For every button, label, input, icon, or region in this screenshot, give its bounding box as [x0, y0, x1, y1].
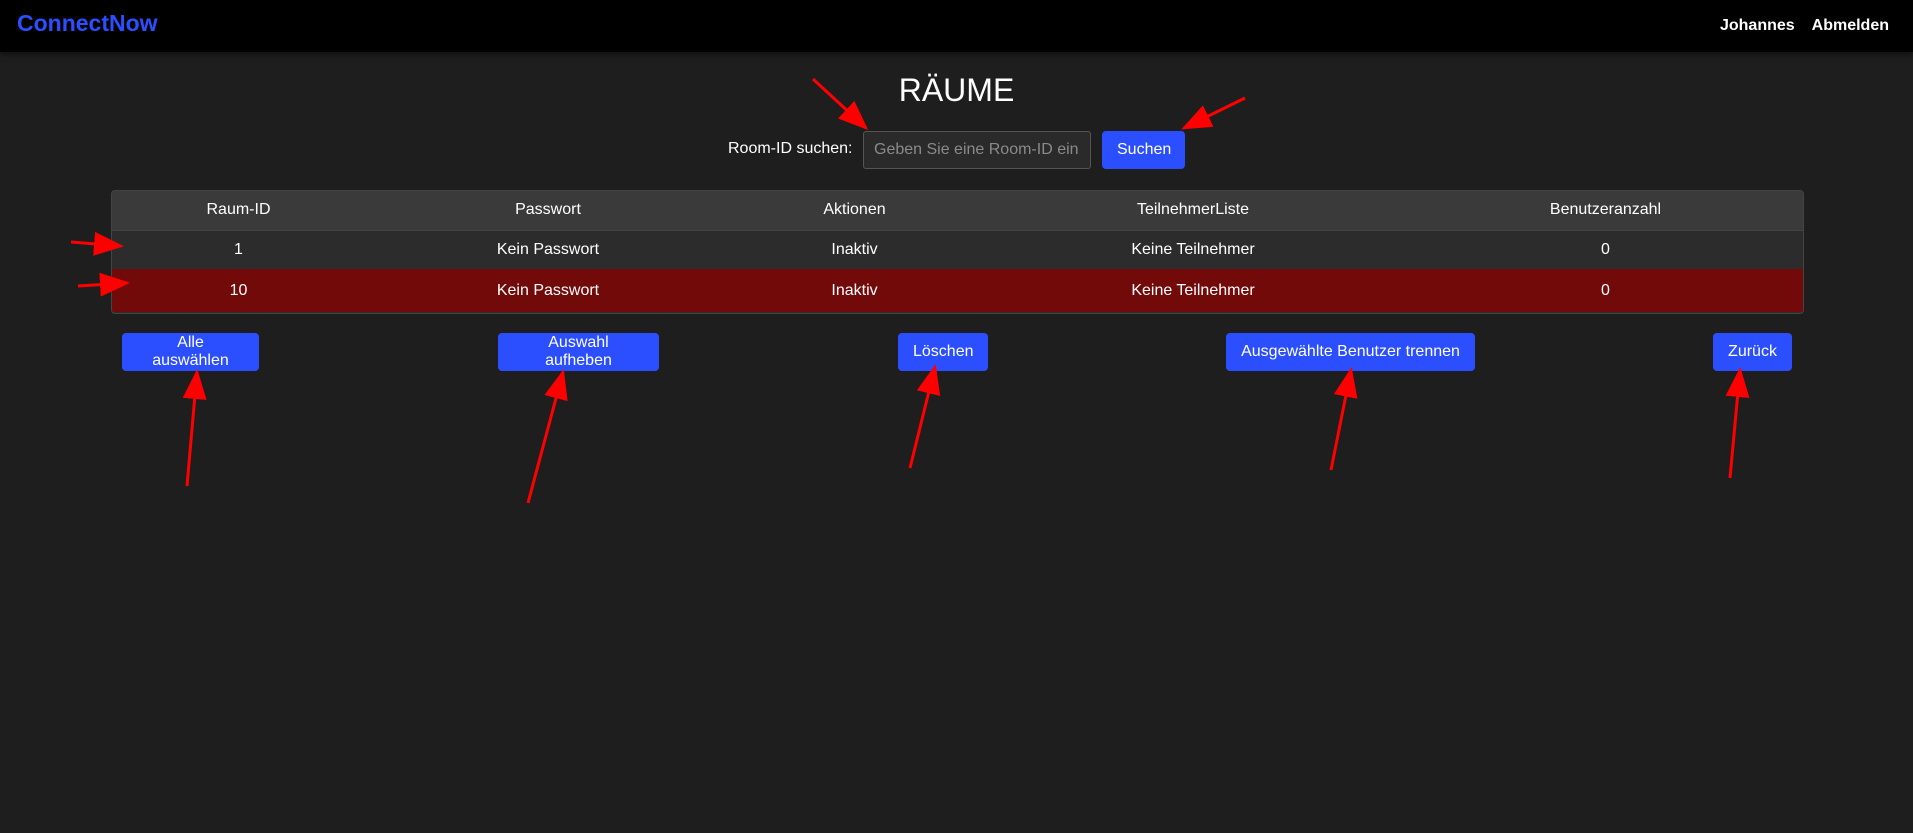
cell-password: Kein Passwort [365, 229, 731, 269]
cell-action-status: Inaktiv [731, 229, 978, 269]
search-label: Room-ID suchen: [728, 140, 853, 157]
arrow-to-back [1725, 367, 1750, 479]
table-row-room-10[interactable]: 10 Kein Passwort Inaktiv Keine Teilnehme… [112, 269, 1803, 312]
arrow-to-deselect [526, 369, 568, 504]
column-header-room-id: Raum-ID [206, 201, 271, 219]
room-id-search-input[interactable] [863, 131, 1091, 169]
logout-link[interactable]: Abmelden [1812, 17, 1889, 35]
user-profile-link[interactable]: Johannes [1720, 17, 1795, 35]
search-button[interactable]: Suchen [1102, 131, 1185, 169]
rooms-table: Raum-ID Passwort Aktionen TeilnehmerList… [111, 190, 1804, 314]
table-row-room-1[interactable]: 1 Kein Passwort Inaktiv Keine Teilnehmer… [112, 229, 1803, 269]
arrow-to-disconnect [1329, 367, 1358, 471]
cell-password: Kein Passwort [496, 281, 600, 299]
arrow-to-delete [908, 364, 941, 469]
cell-action-status: Inaktiv [831, 281, 878, 299]
cell-user-count: 0 [1601, 281, 1610, 299]
column-header-user-count: Benutzeranzahl [1549, 201, 1662, 219]
column-header-password: Passwort [515, 201, 581, 219]
arrow-to-select-all [182, 369, 207, 487]
page-title: RÄUME [898, 72, 1015, 108]
cell-room-id: 10 [229, 281, 248, 299]
table-header-row: Raum-ID Passwort Aktionen TeilnehmerList… [112, 191, 1803, 230]
cell-user-count: 0 [1408, 229, 1803, 269]
deselect-button[interactable]: Auswahl aufheben [498, 333, 659, 371]
disconnect-users-button[interactable]: Ausgewählte Benutzer trennen [1226, 333, 1475, 371]
select-all-button[interactable]: Alle auswählen [122, 333, 259, 371]
column-header-participants: TeilnehmerListe [1136, 201, 1250, 219]
cell-participants: Keine Teilnehmer [978, 229, 1408, 269]
brand-logo-link[interactable]: ConnectNow [17, 10, 158, 37]
navbar: ConnectNow Johannes Abmelden [0, 0, 1913, 52]
nav-right: Johannes Abmelden [1720, 17, 1889, 35]
annotation-arrows [70, 77, 1750, 504]
cell-participants: Keine Teilnehmer [1131, 281, 1255, 299]
back-button[interactable]: Zurück [1713, 333, 1792, 371]
delete-button[interactable]: Löschen [898, 333, 988, 371]
column-header-actions: Aktionen [823, 201, 886, 219]
cell-room-id: 1 [112, 229, 365, 269]
